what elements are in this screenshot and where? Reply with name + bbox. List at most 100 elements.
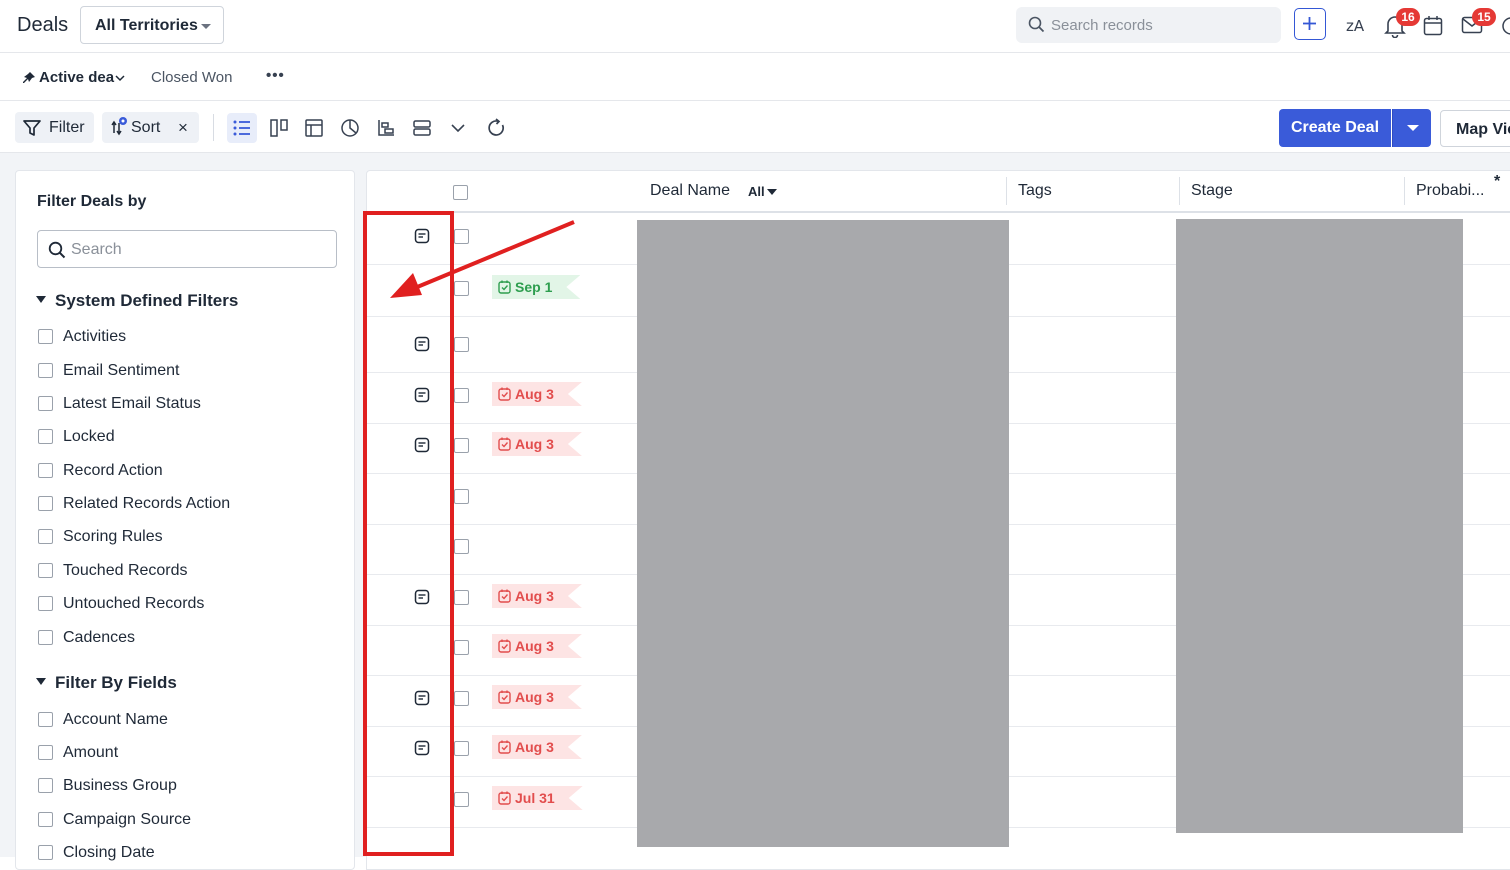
global-search-input[interactable]: Search records xyxy=(1016,7,1281,43)
closing-date-tag[interactable]: Aug 3 xyxy=(492,584,582,608)
tag-label: Jul 31 xyxy=(515,790,555,806)
row-checkbox[interactable] xyxy=(454,388,469,403)
settings-icon[interactable] xyxy=(1500,15,1510,37)
territory-dropdown[interactable]: All Territories xyxy=(80,6,224,44)
view-active-label: Active dea xyxy=(39,69,115,86)
calendar-check-icon xyxy=(498,690,511,704)
filter-item-label: Record Action xyxy=(63,462,163,479)
row-checkbox[interactable] xyxy=(454,640,469,655)
select-all-checkbox[interactable] xyxy=(453,185,468,200)
checkbox[interactable] xyxy=(38,363,53,378)
field-filters-header[interactable]: Filter By Fields xyxy=(36,673,177,693)
column-divider[interactable] xyxy=(1404,177,1405,205)
filter-item-label: Latest Email Status xyxy=(63,395,201,412)
closing-date-tag[interactable]: Aug 3 xyxy=(492,685,582,709)
row-checkbox[interactable] xyxy=(454,489,469,504)
canvas-view-button[interactable] xyxy=(407,113,437,143)
top-header: Deals All Territories Search records zA … xyxy=(0,0,1510,53)
annotation-arrow-icon xyxy=(390,220,575,298)
calendar-check-icon xyxy=(498,740,511,754)
filter-item-label: Locked xyxy=(63,428,115,445)
column-tags[interactable]: Tags xyxy=(1018,182,1052,200)
filter-search-placeholder: Search xyxy=(71,241,122,258)
timeline-view-button[interactable] xyxy=(371,113,401,143)
column-divider[interactable] xyxy=(1179,177,1180,205)
checkbox[interactable] xyxy=(38,845,53,860)
create-deal-dropdown-button[interactable] xyxy=(1392,109,1431,147)
required-asterisk: * xyxy=(1494,173,1501,190)
closing-date-tag[interactable]: Aug 3 xyxy=(492,432,582,456)
checkbox[interactable] xyxy=(38,712,53,727)
checkbox[interactable] xyxy=(38,496,53,511)
redacted-stages xyxy=(1176,219,1463,833)
filter-item-label: Scoring Rules xyxy=(63,528,163,545)
clear-sort-icon[interactable]: × xyxy=(178,118,188,138)
filter-item-label: Untouched Records xyxy=(63,595,205,612)
row-checkbox[interactable] xyxy=(454,337,469,352)
kanban-view-button[interactable] xyxy=(264,113,294,143)
closing-date-tag[interactable]: Aug 3 xyxy=(492,382,582,406)
territory-label: All Territories xyxy=(95,17,198,34)
filter-item-label: Cadences xyxy=(63,629,136,646)
translate-icon[interactable]: zA xyxy=(1345,14,1369,36)
list-view-button[interactable] xyxy=(227,113,257,143)
checkbox[interactable] xyxy=(38,745,53,760)
search-icon xyxy=(48,241,66,259)
quick-create-button[interactable] xyxy=(1294,8,1326,40)
search-placeholder: Search records xyxy=(1051,17,1153,34)
filter-item-label: Touched Records xyxy=(63,562,188,579)
calendar-check-icon xyxy=(498,791,511,805)
tag-label: Aug 3 xyxy=(515,436,554,452)
toolbar-divider xyxy=(213,114,214,141)
row-checkbox[interactable] xyxy=(454,691,469,706)
more-views-dropdown[interactable] xyxy=(443,113,473,143)
refresh-button[interactable] xyxy=(482,113,512,143)
chevron-down-icon[interactable] xyxy=(115,74,125,82)
kanban-icon xyxy=(270,119,288,137)
closing-date-tag[interactable]: Aug 3 xyxy=(492,634,582,658)
column-probability[interactable]: Probabi... xyxy=(1416,182,1484,200)
checkbox[interactable] xyxy=(38,563,53,578)
column-divider[interactable] xyxy=(1006,177,1007,205)
chart-view-button[interactable] xyxy=(335,113,365,143)
create-deal-button[interactable]: Create Deal xyxy=(1279,109,1391,147)
checkbox[interactable] xyxy=(38,529,53,544)
row-checkbox[interactable] xyxy=(454,438,469,453)
table-icon xyxy=(305,119,323,137)
svg-text:zA: zA xyxy=(1346,17,1365,35)
filter-label: Filter xyxy=(49,119,85,136)
closing-date-tag[interactable]: Jul 31 xyxy=(492,786,583,810)
sort-label: Sort xyxy=(131,119,161,136)
view-closed-won[interactable]: Closed Won xyxy=(151,69,232,86)
row-checkbox[interactable] xyxy=(454,741,469,756)
row-checkbox[interactable] xyxy=(454,590,469,605)
checkbox[interactable] xyxy=(38,429,53,444)
row-checkbox[interactable] xyxy=(454,539,469,554)
checkbox[interactable] xyxy=(38,812,53,827)
checkbox[interactable] xyxy=(38,778,53,793)
checkbox[interactable] xyxy=(38,396,53,411)
more-views-button[interactable]: ••• xyxy=(266,67,285,84)
row-checkbox[interactable] xyxy=(454,792,469,807)
checkbox[interactable] xyxy=(38,630,53,645)
field-filters-title: Filter By Fields xyxy=(55,673,177,692)
checkbox[interactable] xyxy=(38,329,53,344)
filter-item-label: Email Sentiment xyxy=(63,362,180,379)
column-stage[interactable]: Stage xyxy=(1191,182,1233,200)
column-deal-name[interactable]: Deal Name xyxy=(650,182,730,200)
calendar-icon[interactable] xyxy=(1423,15,1443,36)
filter-button[interactable]: Filter xyxy=(15,112,94,143)
list-icon xyxy=(233,120,250,136)
view-active-deals[interactable]: Active dea xyxy=(22,69,127,86)
filter-item-label: Campaign Source xyxy=(63,811,192,828)
map-view-button[interactable]: Map Vie xyxy=(1440,110,1510,147)
filter-search-input[interactable]: Search xyxy=(37,230,337,268)
plus-icon xyxy=(1303,17,1316,30)
system-filters-header[interactable]: System Defined Filters xyxy=(36,291,238,311)
deal-name-filter-dropdown[interactable]: All xyxy=(748,184,765,199)
table-view-button[interactable] xyxy=(299,113,329,143)
checkbox[interactable] xyxy=(38,463,53,478)
closing-date-tag[interactable]: Aug 3 xyxy=(492,735,582,759)
checkbox[interactable] xyxy=(38,596,53,611)
sort-button[interactable]: Sort × xyxy=(102,112,199,143)
